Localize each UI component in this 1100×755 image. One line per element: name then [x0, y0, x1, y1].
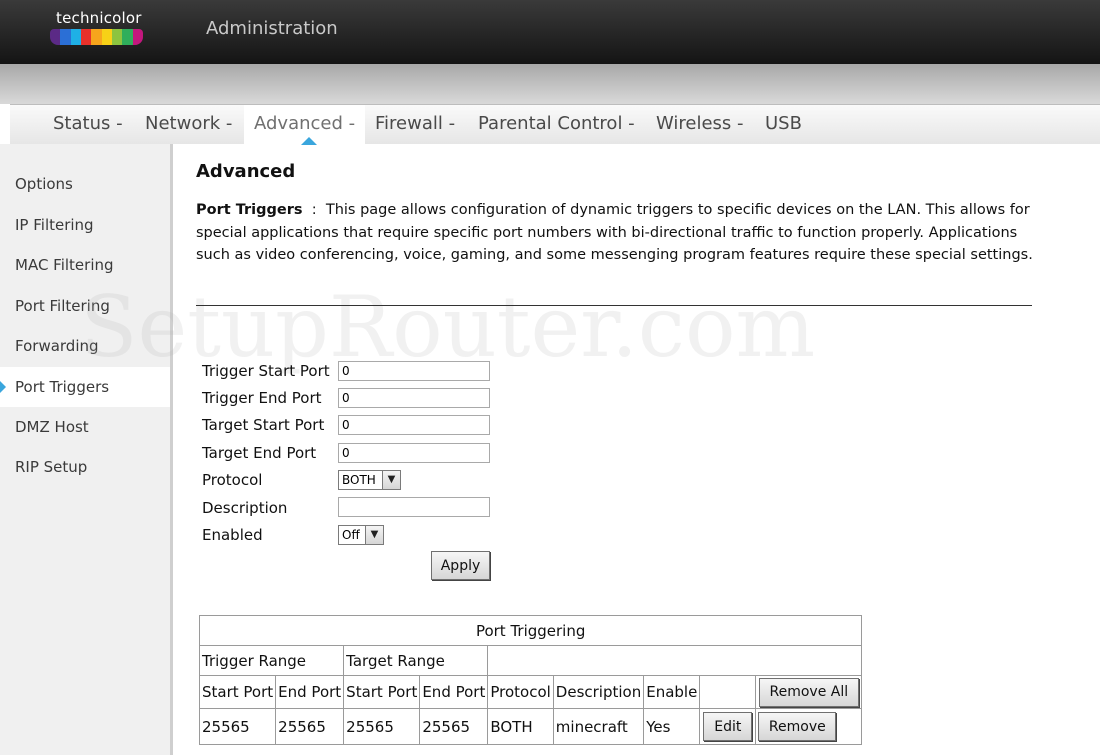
logo-color-segment	[101, 29, 112, 45]
target-start-port-input[interactable]	[338, 415, 490, 435]
chevron-down-icon[interactable]: ▼	[382, 471, 400, 489]
target-start-port-label: Target Start Port	[202, 416, 325, 434]
nav-parental-control[interactable]: Parental Control -	[478, 105, 635, 145]
nav-network[interactable]: Network -	[145, 105, 232, 145]
main-nav: Status - Network - Advanced - Firewall -…	[10, 104, 1100, 145]
protocol-select[interactable]: BOTH ▼	[338, 470, 401, 490]
logo-color-bar	[50, 29, 143, 45]
sidebar-item-options[interactable]: Options	[0, 164, 170, 204]
protocol-label: Protocol	[202, 471, 263, 489]
page-description: Port Triggers : This page allows configu…	[196, 199, 1036, 267]
row-protocol: BOTH	[487, 708, 554, 745]
trigger-end-port-input[interactable]	[338, 388, 490, 408]
sidebar-item-forwarding[interactable]: Forwarding	[0, 326, 170, 366]
row-enable: Yes	[643, 708, 701, 745]
sidebar: Options IP Filtering MAC Filtering Port …	[0, 144, 173, 755]
sidebar-item-dmz-host[interactable]: DMZ Host	[0, 407, 170, 447]
row-target-start: 25565	[343, 708, 421, 745]
nav-usb[interactable]: USB	[765, 105, 802, 145]
logo-color-segment	[80, 29, 92, 45]
description-heading: Port Triggers	[196, 202, 303, 218]
description-separator: :	[311, 202, 317, 218]
remove-all-button[interactable]: Remove All	[758, 677, 859, 707]
protocol-selected-value: BOTH	[342, 473, 376, 487]
enabled-label: Enabled	[202, 526, 263, 544]
target-range-header: Target Range	[343, 645, 489, 676]
sidebar-item-port-triggers[interactable]: Port Triggers	[0, 367, 170, 407]
chevron-down-icon[interactable]: ▼	[365, 526, 383, 544]
row-target-end: 25565	[419, 708, 489, 745]
col-description: Description	[552, 675, 645, 709]
col-target-start-port: Start Port	[343, 675, 421, 709]
trigger-start-port-input[interactable]	[338, 361, 490, 381]
col-target-end-port: End Port	[419, 675, 489, 709]
row-description: minecraft	[552, 708, 645, 745]
description-label: Description	[202, 499, 288, 517]
header-spacer	[487, 645, 863, 676]
header-band	[0, 64, 1100, 104]
edit-cell: Edit	[699, 708, 757, 745]
col-enable: Enable	[643, 675, 701, 709]
active-arrow-icon	[0, 381, 6, 393]
logo-color-segment	[122, 29, 133, 45]
description-text: This page allows configuration of dynami…	[196, 202, 1033, 263]
remove-all-cell: Remove All	[755, 675, 863, 709]
logo-color-segment	[60, 29, 71, 45]
table-row: 25565 25565 25565 25565 BOTH minecraft Y…	[198, 708, 863, 745]
apply-button[interactable]: Apply	[431, 551, 490, 580]
divider	[196, 305, 1032, 306]
edit-button[interactable]: Edit	[703, 712, 753, 741]
technicolor-logo: technicolor	[50, 9, 146, 49]
top-header: technicolor Administration	[0, 0, 1100, 64]
port-triggering-table: Port Triggering Trigger Range Target Ran…	[198, 615, 863, 745]
enabled-selected-value: Off	[342, 528, 360, 542]
logo-color-segment	[132, 29, 143, 45]
logo-color-segment	[91, 29, 102, 45]
logo-color-segment	[70, 29, 81, 45]
target-end-port-input[interactable]	[338, 443, 490, 463]
sidebar-item-ip-filtering[interactable]: IP Filtering	[0, 205, 170, 245]
logo-color-segment	[111, 29, 123, 45]
sidebar-item-port-filtering[interactable]: Port Filtering	[0, 286, 170, 326]
enabled-select[interactable]: Off ▼	[338, 525, 384, 545]
trigger-end-port-label: Trigger End Port	[202, 389, 322, 407]
nav-wireless[interactable]: Wireless -	[656, 105, 744, 145]
table-title: Port Triggering	[198, 615, 863, 646]
nav-advanced[interactable]: Advanced -	[244, 105, 366, 145]
col-protocol: Protocol	[487, 675, 554, 709]
row-trigger-end: 25565	[275, 708, 345, 745]
sidebar-item-rip-setup[interactable]: RIP Setup	[0, 447, 170, 487]
brand-name: technicolor	[56, 9, 142, 27]
target-end-port-label: Target End Port	[202, 444, 317, 462]
description-input[interactable]	[338, 497, 490, 517]
app-title: Administration	[206, 18, 338, 39]
trigger-range-header: Trigger Range	[198, 645, 345, 676]
nav-status[interactable]: Status -	[53, 105, 123, 145]
remove-button[interactable]: Remove	[758, 712, 837, 741]
sidebar-item-label: Port Triggers	[15, 378, 110, 396]
sidebar-item-mac-filtering[interactable]: MAC Filtering	[0, 245, 170, 285]
col-trigger-start-port: Start Port	[198, 675, 277, 709]
page-title: Advanced	[196, 161, 296, 182]
active-caret-icon	[301, 137, 317, 145]
nav-advanced-label: Advanced -	[254, 113, 356, 134]
col-edit-spacer	[699, 675, 757, 709]
trigger-start-port-label: Trigger Start Port	[202, 362, 330, 380]
nav-firewall[interactable]: Firewall -	[375, 105, 455, 145]
row-trigger-start: 25565	[198, 708, 277, 745]
col-trigger-end-port: End Port	[275, 675, 345, 709]
logo-color-segment	[50, 29, 61, 45]
remove-cell: Remove	[755, 708, 863, 745]
